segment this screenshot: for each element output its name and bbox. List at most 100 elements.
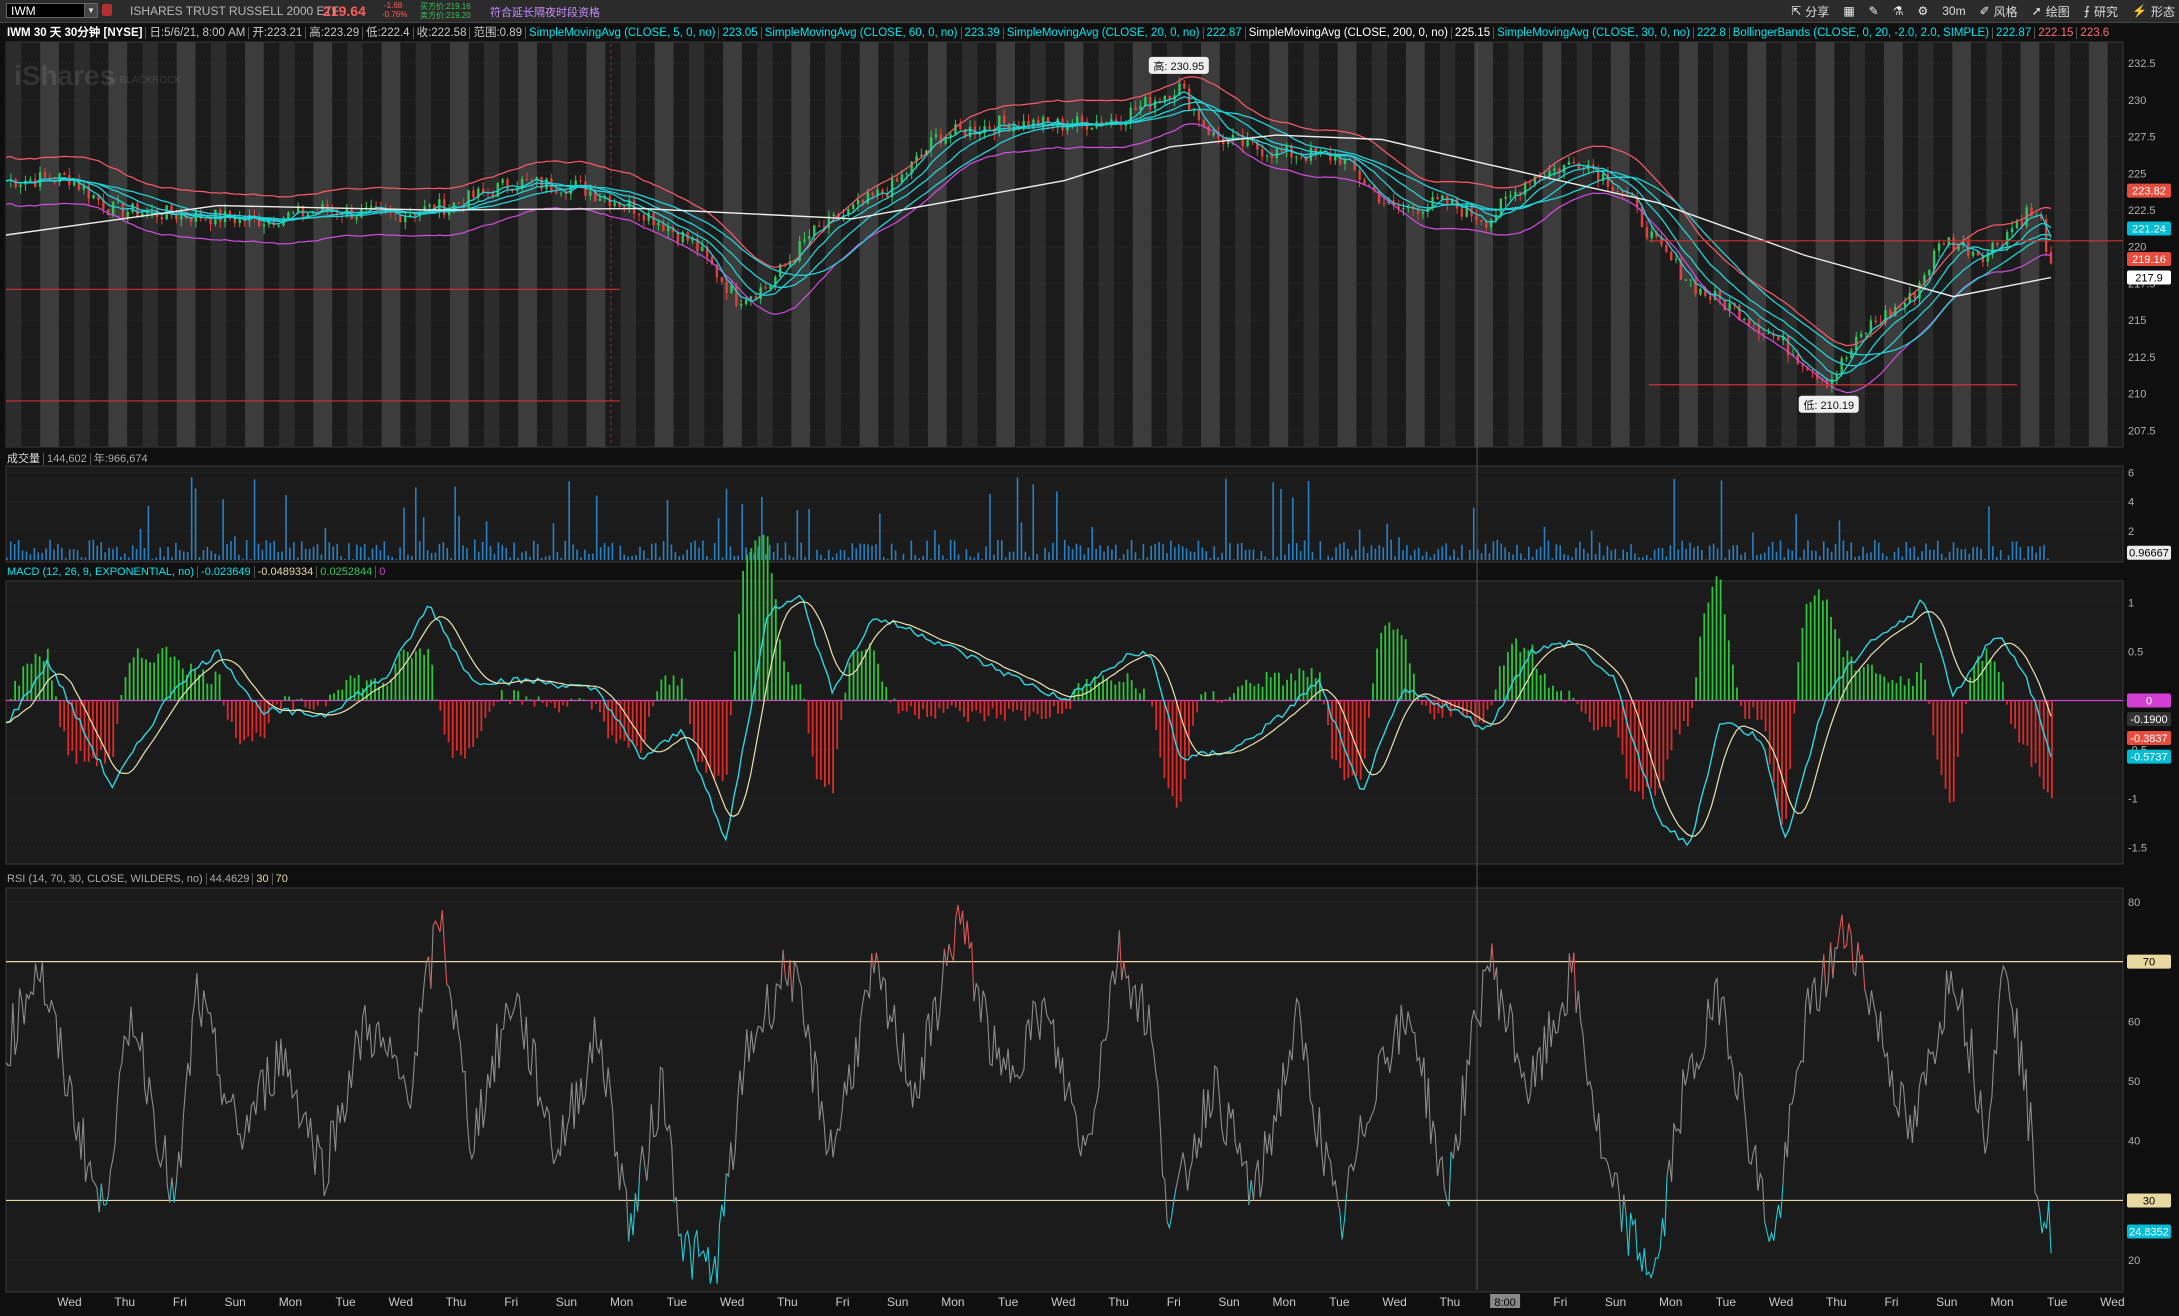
volume-bar xyxy=(49,539,51,560)
macd-histogram-bar xyxy=(1335,700,1338,761)
last-price: 219.64 xyxy=(323,3,366,19)
alert-flag-icon[interactable] xyxy=(102,4,112,16)
macd-histogram-bar xyxy=(533,700,536,707)
macd-histogram-bar xyxy=(1089,686,1092,701)
macd-title[interactable]: MACD (12, 26, 9, EXPONENTIAL, no) xyxy=(4,566,199,578)
macd-zero-value: 0 xyxy=(379,566,386,578)
volume-title[interactable]: 成交量 xyxy=(4,453,44,465)
volume-bar xyxy=(434,552,437,560)
macd-histogram-bar xyxy=(709,700,712,768)
price-candle xyxy=(525,178,529,180)
macd-histogram-bar xyxy=(95,700,98,767)
xaxis-day-label: Wed xyxy=(1051,1295,1075,1309)
rsi-line xyxy=(1123,961,1127,979)
macd-histogram-bar xyxy=(1740,700,1742,706)
price-candle xyxy=(1523,183,1527,196)
symbol-input[interactable]: IWM xyxy=(6,3,92,18)
price-candle xyxy=(277,225,280,227)
macd-histogram-bar xyxy=(1457,700,1460,708)
macd-histogram-bar xyxy=(423,654,425,701)
rsi-line xyxy=(875,952,880,965)
settings-button[interactable]: ⚙ xyxy=(1917,2,1928,20)
price-candle xyxy=(1976,251,1980,256)
symbol-dropdown-icon[interactable]: ▼ xyxy=(84,3,98,18)
volume-bar xyxy=(682,554,685,560)
studies-button[interactable]: ⨍ 研究 xyxy=(2084,2,2118,20)
volume-bar xyxy=(1331,557,1333,560)
price-candle xyxy=(1913,292,1916,299)
flask-button[interactable]: ⚗ xyxy=(1893,2,1904,20)
macd-histogram-bar xyxy=(1920,662,1922,701)
volume-bar xyxy=(1661,548,1664,560)
macd-histogram-bar xyxy=(1613,700,1616,720)
drawing-button[interactable]: ➚ 绘图 xyxy=(2032,2,2070,20)
price-candle xyxy=(740,303,743,306)
volume-bar xyxy=(953,540,956,560)
macd-histogram-bar xyxy=(627,700,630,748)
rsi-axis-tick: 20 xyxy=(2128,1255,2140,1267)
price-candle xyxy=(832,214,835,216)
study-bollinger-label[interactable]: BollingerBands (CLOSE, 0, 20, -2.0, 2.0,… xyxy=(1729,27,1994,39)
macd-histogram-bar xyxy=(87,700,90,762)
volume-bar xyxy=(1909,548,1912,560)
price-candle xyxy=(486,191,490,193)
study-sma20-label[interactable]: SimpleMovingAvg (CLOSE, 20, 0, no) xyxy=(1003,27,1204,39)
flexible-grid-button[interactable]: ▦ xyxy=(1843,2,1854,20)
volume-bar xyxy=(1236,543,1239,560)
volume-bar xyxy=(1315,559,1318,560)
macd-histogram-bar xyxy=(1216,700,1219,703)
style-button[interactable]: ✐ 风格 xyxy=(1980,2,2018,20)
price-candle xyxy=(608,196,611,207)
price-candle xyxy=(749,296,753,301)
price-candle xyxy=(866,192,870,204)
rsi-axis-tick: 80 xyxy=(2128,897,2140,909)
pattern-button[interactable]: ⚡ 形态 xyxy=(2132,2,2175,20)
session-stripe xyxy=(825,42,841,447)
macd-histogram-bar xyxy=(316,700,319,706)
drawings-button[interactable]: ✎ xyxy=(1869,2,1879,20)
price-candle xyxy=(1772,333,1775,337)
session-stripe xyxy=(1747,42,1767,447)
xaxis-day-label: Tue xyxy=(1716,1295,1737,1309)
macd-histogram-bar xyxy=(357,674,360,701)
price-candle xyxy=(983,126,986,134)
macd-histogram-bar xyxy=(1044,700,1047,719)
interval-button[interactable]: 30m xyxy=(1942,2,1965,20)
macd-histogram-bar xyxy=(329,694,331,701)
chart-canvas[interactable]: 高: 230.95低: 210.19 207.5210212.5215217.5… xyxy=(0,0,2179,1316)
study-sma60-label[interactable]: SimpleMovingAvg (CLOSE, 60, 0, no) xyxy=(761,27,962,39)
rsi-title[interactable]: RSI (14, 70, 30, CLOSE, WILDERS, no) xyxy=(4,873,207,885)
session-stripe xyxy=(1679,42,1698,447)
rsi-line xyxy=(446,983,630,1242)
study-sma5-label[interactable]: SimpleMovingAvg (CLOSE, 5, 0, no) xyxy=(526,27,720,39)
price-candle xyxy=(1168,95,1171,100)
xaxis-day-label: Sun xyxy=(556,1295,577,1309)
study-sma200-label[interactable]: SimpleMovingAvg (CLOSE, 200, 0, no) xyxy=(1245,27,1452,39)
macd-histogram-bar xyxy=(1482,700,1485,724)
volume-bar xyxy=(68,549,71,560)
macd-histogram-bar xyxy=(611,700,614,736)
volume-bar xyxy=(1429,557,1432,560)
study-sma30-label[interactable]: SimpleMovingAvg (CLOSE, 30, 0, no) xyxy=(1494,27,1694,39)
macd-histogram-bar xyxy=(975,700,978,711)
volume-bar xyxy=(300,541,303,560)
share-button[interactable]: ⇱ 分享 xyxy=(1791,2,1829,20)
price-candle xyxy=(886,193,889,198)
macd-histogram-bar xyxy=(1956,700,1959,758)
price-candle xyxy=(457,202,461,204)
price-candle xyxy=(170,205,173,216)
volume-bar xyxy=(1543,526,1546,560)
volume-bar xyxy=(1406,545,1408,560)
price-candle xyxy=(1889,310,1892,317)
macd-histogram-bar xyxy=(345,679,348,701)
rsi-line xyxy=(430,925,434,989)
macd-histogram-bar xyxy=(1916,672,1918,701)
volume-bar xyxy=(1024,551,1027,560)
volume-bar xyxy=(1166,553,1168,560)
volume-bar xyxy=(977,552,979,560)
volume-bar xyxy=(863,543,865,560)
volume-bar xyxy=(650,543,653,560)
price-candle xyxy=(1480,219,1483,223)
macd-histogram-bar xyxy=(1944,700,1947,789)
volume-bar xyxy=(552,523,555,560)
